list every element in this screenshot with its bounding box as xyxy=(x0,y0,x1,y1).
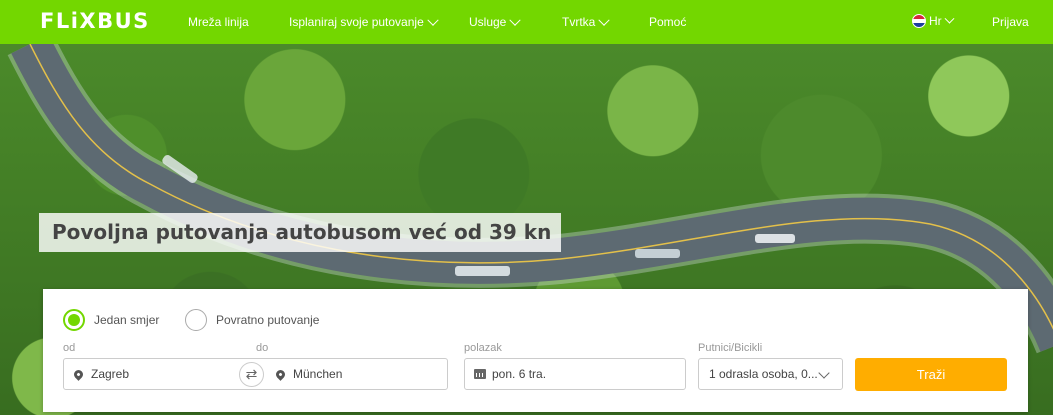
croatian-flag-icon xyxy=(912,14,926,28)
radio-selected-icon xyxy=(63,309,85,331)
login-link[interactable]: Prijava xyxy=(992,15,1029,29)
flixbus-logo[interactable]: FLiXBUS xyxy=(40,9,150,33)
language-selector[interactable]: Hr xyxy=(912,13,955,28)
from-value: Zagreb xyxy=(91,367,130,381)
departure-date-field[interactable]: pon. 6 tra. xyxy=(464,358,686,390)
from-field[interactable]: Zagreb xyxy=(64,367,254,381)
departure-value: pon. 6 tra. xyxy=(492,367,547,381)
hero-banner: Povoljna putovanja autobusom već od 39 k… xyxy=(0,44,1053,415)
from-label: od xyxy=(63,342,76,354)
calendar-icon xyxy=(474,369,486,379)
nav-item-route-network[interactable]: Mreža linija xyxy=(188,15,249,29)
radio-unselected-icon xyxy=(185,309,207,331)
nav-item-help[interactable]: Pomoć xyxy=(649,15,686,29)
chevron-down-icon xyxy=(598,14,611,26)
passengers-select[interactable]: 1 odrasla osoba, 0... xyxy=(698,358,843,390)
chevron-down-icon xyxy=(427,14,439,26)
nav-item-plan-trip[interactable]: Isplaniraj svoje putovanje xyxy=(289,14,439,29)
passengers-value: 1 odrasla osoba, 0... xyxy=(709,367,818,381)
nav-item-services[interactable]: Usluge xyxy=(469,14,522,29)
chevron-down-icon xyxy=(818,367,830,379)
top-nav-bar: FLiXBUS Mreža linija Isplaniraj svoje pu… xyxy=(0,0,1053,44)
radio-label: Povratno putovanje xyxy=(216,313,320,327)
search-panel: Jedan smjer Povratno putovanje od do pol… xyxy=(43,289,1028,412)
location-pin-icon xyxy=(72,367,85,381)
to-field[interactable]: München xyxy=(274,367,343,381)
chevron-down-icon xyxy=(944,13,955,24)
swap-direction-button[interactable]: ⇄ xyxy=(239,362,264,387)
to-value: München xyxy=(293,367,343,381)
departure-label: polazak xyxy=(464,342,502,354)
nav-item-label: Pomoć xyxy=(649,15,687,29)
chevron-down-icon xyxy=(509,14,522,26)
nav-item-label: Mreža linija xyxy=(188,15,249,29)
nav-item-label: Tvrtka xyxy=(562,15,596,29)
passengers-label: Putnici/Bicikli xyxy=(698,342,763,354)
nav-item-company[interactable]: Tvrtka xyxy=(562,14,611,29)
radio-label: Jedan smjer xyxy=(94,313,160,327)
trip-type-one-way[interactable]: Jedan smjer xyxy=(63,309,159,331)
to-label: do xyxy=(256,342,269,354)
hero-headline: Povoljna putovanja autobusom već od 39 k… xyxy=(39,213,562,252)
trip-type-round-trip[interactable]: Povratno putovanje xyxy=(185,309,319,331)
search-button[interactable]: Traži xyxy=(855,358,1007,391)
location-pin-icon xyxy=(274,367,287,381)
swap-arrows-icon: ⇄ xyxy=(245,366,258,382)
nav-item-label: Isplaniraj svoje putovanje xyxy=(289,15,424,29)
language-label: Hr xyxy=(929,14,942,28)
nav-item-label: Usluge xyxy=(469,15,507,29)
